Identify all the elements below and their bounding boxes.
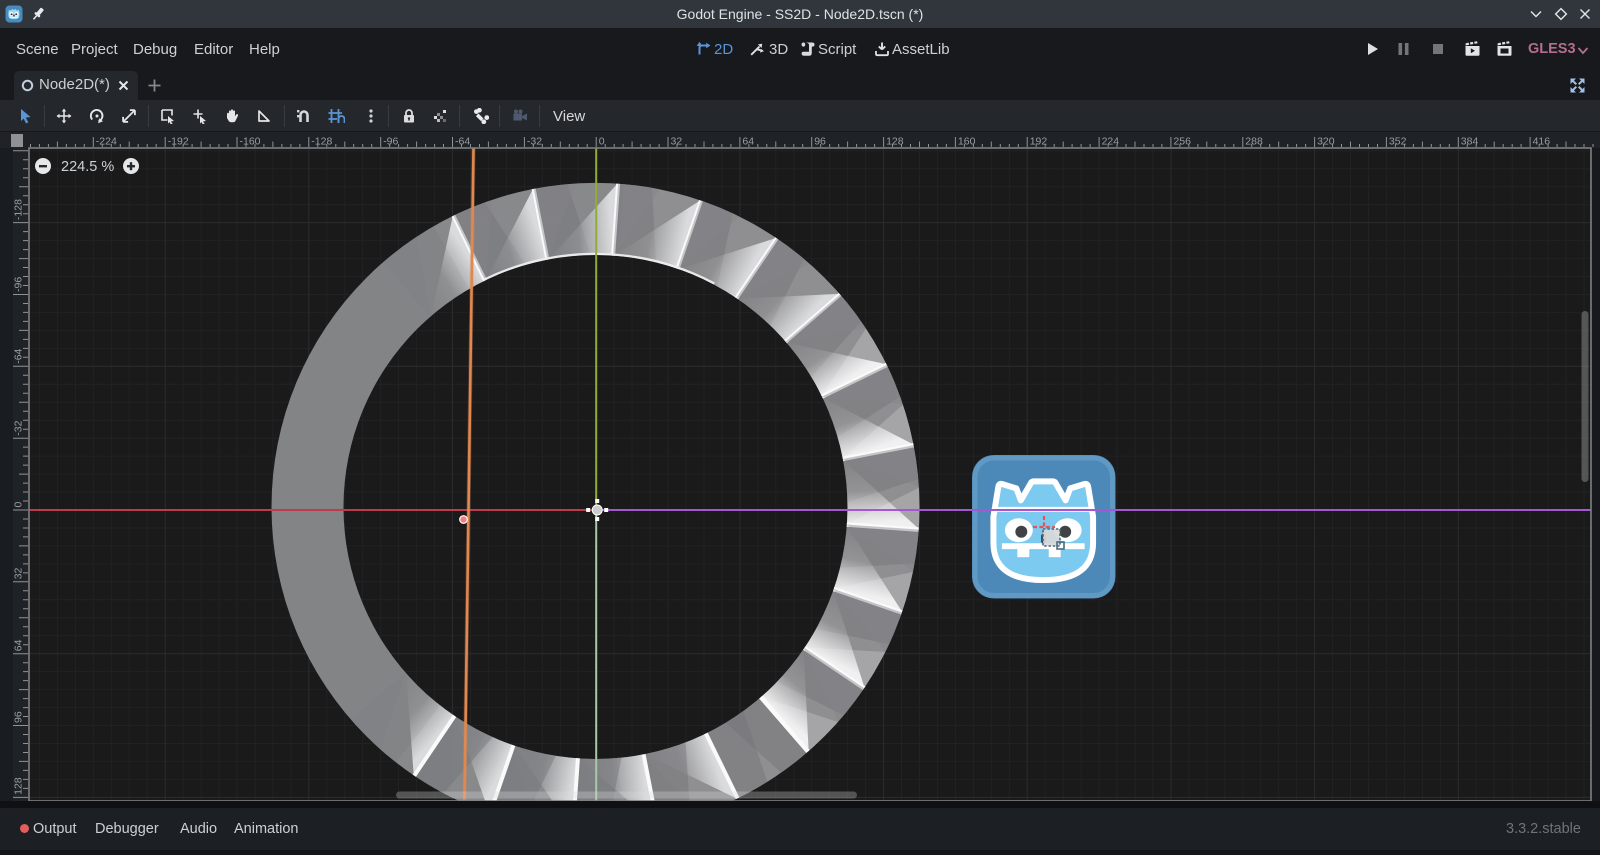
svg-text:384: 384: [1461, 136, 1479, 148]
svg-text:-64: -64: [455, 136, 470, 148]
svg-text:288: 288: [1245, 136, 1263, 148]
svg-text:192: 192: [1030, 136, 1048, 148]
svg-text:-64: -64: [13, 348, 25, 363]
svg-text:-96: -96: [383, 136, 398, 148]
svg-text:32: 32: [13, 567, 25, 579]
svg-text:64: 64: [13, 639, 25, 651]
svg-text:0: 0: [13, 502, 25, 508]
svg-text:320: 320: [1317, 136, 1335, 148]
svg-text:256: 256: [1173, 136, 1191, 148]
svg-text:224.5 %: 224.5 %: [61, 159, 114, 175]
svg-text:416: 416: [1533, 136, 1551, 148]
svg-text:-224: -224: [96, 136, 117, 148]
svg-text:96: 96: [814, 136, 826, 148]
svg-text:96: 96: [13, 711, 25, 723]
svg-text:-128: -128: [311, 136, 332, 148]
svg-text:-128: -128: [13, 199, 25, 220]
svg-text:64: 64: [742, 136, 754, 148]
svg-text:-96: -96: [13, 277, 25, 292]
svg-text:-32: -32: [13, 420, 25, 435]
svg-text:-160: -160: [240, 136, 261, 148]
svg-text:128: 128: [886, 136, 904, 148]
svg-text:128: 128: [13, 777, 25, 795]
svg-text:-192: -192: [168, 136, 189, 148]
svg-text:32: 32: [671, 136, 683, 148]
svg-text:0: 0: [599, 136, 605, 148]
svg-text:224: 224: [1102, 136, 1120, 148]
svg-text:160: 160: [958, 136, 976, 148]
svg-text:-32: -32: [527, 136, 542, 148]
svg-text:352: 352: [1389, 136, 1407, 148]
